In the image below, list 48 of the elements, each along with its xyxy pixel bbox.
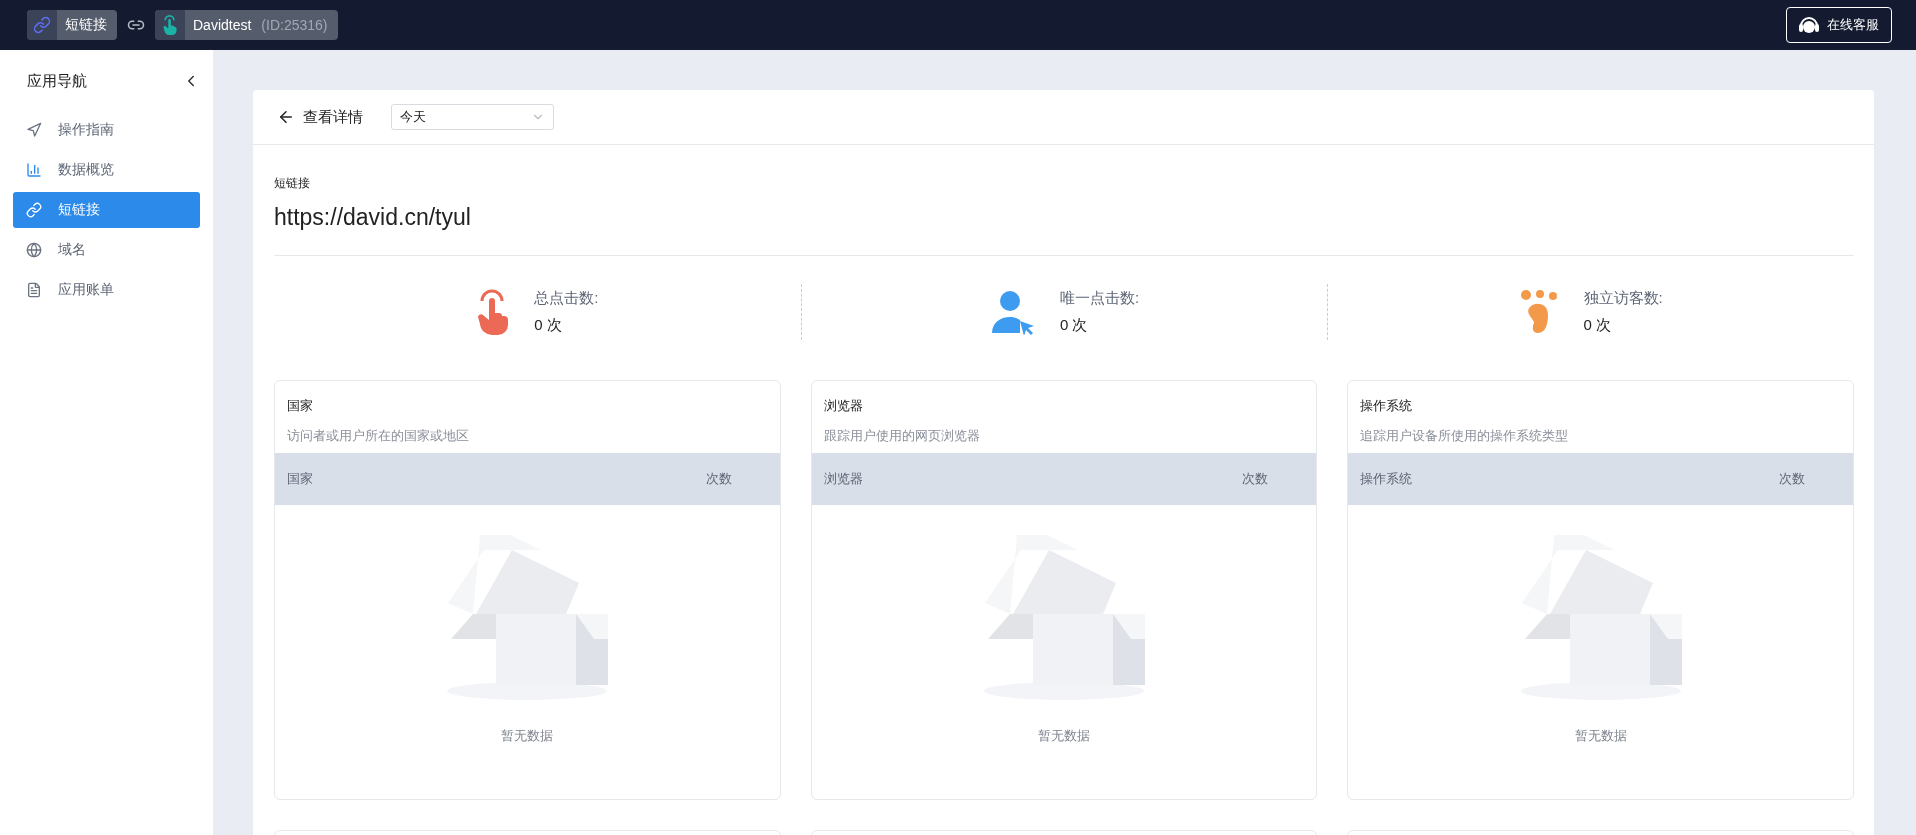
user-cursor-icon bbox=[989, 289, 1036, 335]
navigation-icon bbox=[26, 122, 42, 138]
panel-description: 跟踪用户使用的网页浏览器 bbox=[822, 427, 981, 445]
panel-title: 国家 bbox=[286, 397, 314, 415]
project-id: (ID:25316) bbox=[261, 17, 329, 33]
empty-text: 暂无数据 bbox=[1038, 727, 1090, 745]
link-label: 短链接 bbox=[274, 175, 311, 192]
panel-title: 操作系统 bbox=[1359, 397, 1414, 415]
stat-value: 0 次 bbox=[1059, 316, 1089, 335]
column-header: 浏览器 bbox=[823, 470, 863, 488]
tap-hand-icon bbox=[162, 15, 178, 35]
column-header: 国家 bbox=[287, 470, 313, 488]
sidebar-item[interactable]: 应用账单 bbox=[13, 272, 200, 308]
stat-label: 总点击数: bbox=[534, 289, 599, 308]
app-badge[interactable]: 短链接 bbox=[27, 10, 117, 40]
sidebar-title: 应用导航 bbox=[27, 71, 87, 91]
period-select[interactable]: 今天 bbox=[391, 104, 554, 130]
back-button[interactable]: 查看详情 bbox=[277, 107, 363, 127]
sidebar-item[interactable]: 数据概览 bbox=[13, 152, 200, 188]
support-button[interactable]: 在线客服 bbox=[1786, 7, 1892, 43]
column-header: 次数 bbox=[705, 470, 732, 488]
app-name: 短链接 bbox=[64, 16, 108, 34]
sidebar-item[interactable]: 操作指南 bbox=[13, 112, 200, 148]
globe-icon bbox=[26, 242, 42, 258]
column-header: 次数 bbox=[1779, 470, 1805, 488]
footprint-icon bbox=[1519, 289, 1560, 335]
link-icon bbox=[33, 16, 51, 34]
link-icon bbox=[26, 202, 42, 218]
project-badge[interactable]: Davidtest (ID:25316) bbox=[155, 10, 338, 40]
panel-description: 访问者或用户所在的国家或地区 bbox=[286, 427, 470, 445]
sidebar-item[interactable]: 域名 bbox=[13, 232, 200, 268]
short-url: https://david.cn/tyul bbox=[274, 204, 1854, 256]
panel-description: 追踪用户设备所使用的操作系统类型 bbox=[1359, 427, 1570, 445]
bar-chart-icon bbox=[26, 162, 42, 178]
stat-value: 0 次 bbox=[534, 316, 563, 335]
panel-title: 浏览器 bbox=[822, 397, 864, 415]
stat-label: 独立访客数: bbox=[1583, 289, 1663, 308]
column-header: 次数 bbox=[1242, 470, 1269, 488]
column-header: 操作系统 bbox=[1360, 470, 1413, 488]
project-name: Davidtest bbox=[192, 17, 253, 33]
headset-icon bbox=[1799, 16, 1819, 34]
sidebar-item[interactable]: 短链接 bbox=[13, 192, 200, 228]
tap-hand-icon bbox=[476, 289, 511, 335]
empty-text: 暂无数据 bbox=[1574, 727, 1627, 745]
stat-label: 唯一点击数: bbox=[1059, 289, 1140, 308]
empty-text: 暂无数据 bbox=[501, 727, 554, 745]
stat-value: 0 次 bbox=[1583, 316, 1613, 335]
document-icon bbox=[26, 282, 42, 298]
